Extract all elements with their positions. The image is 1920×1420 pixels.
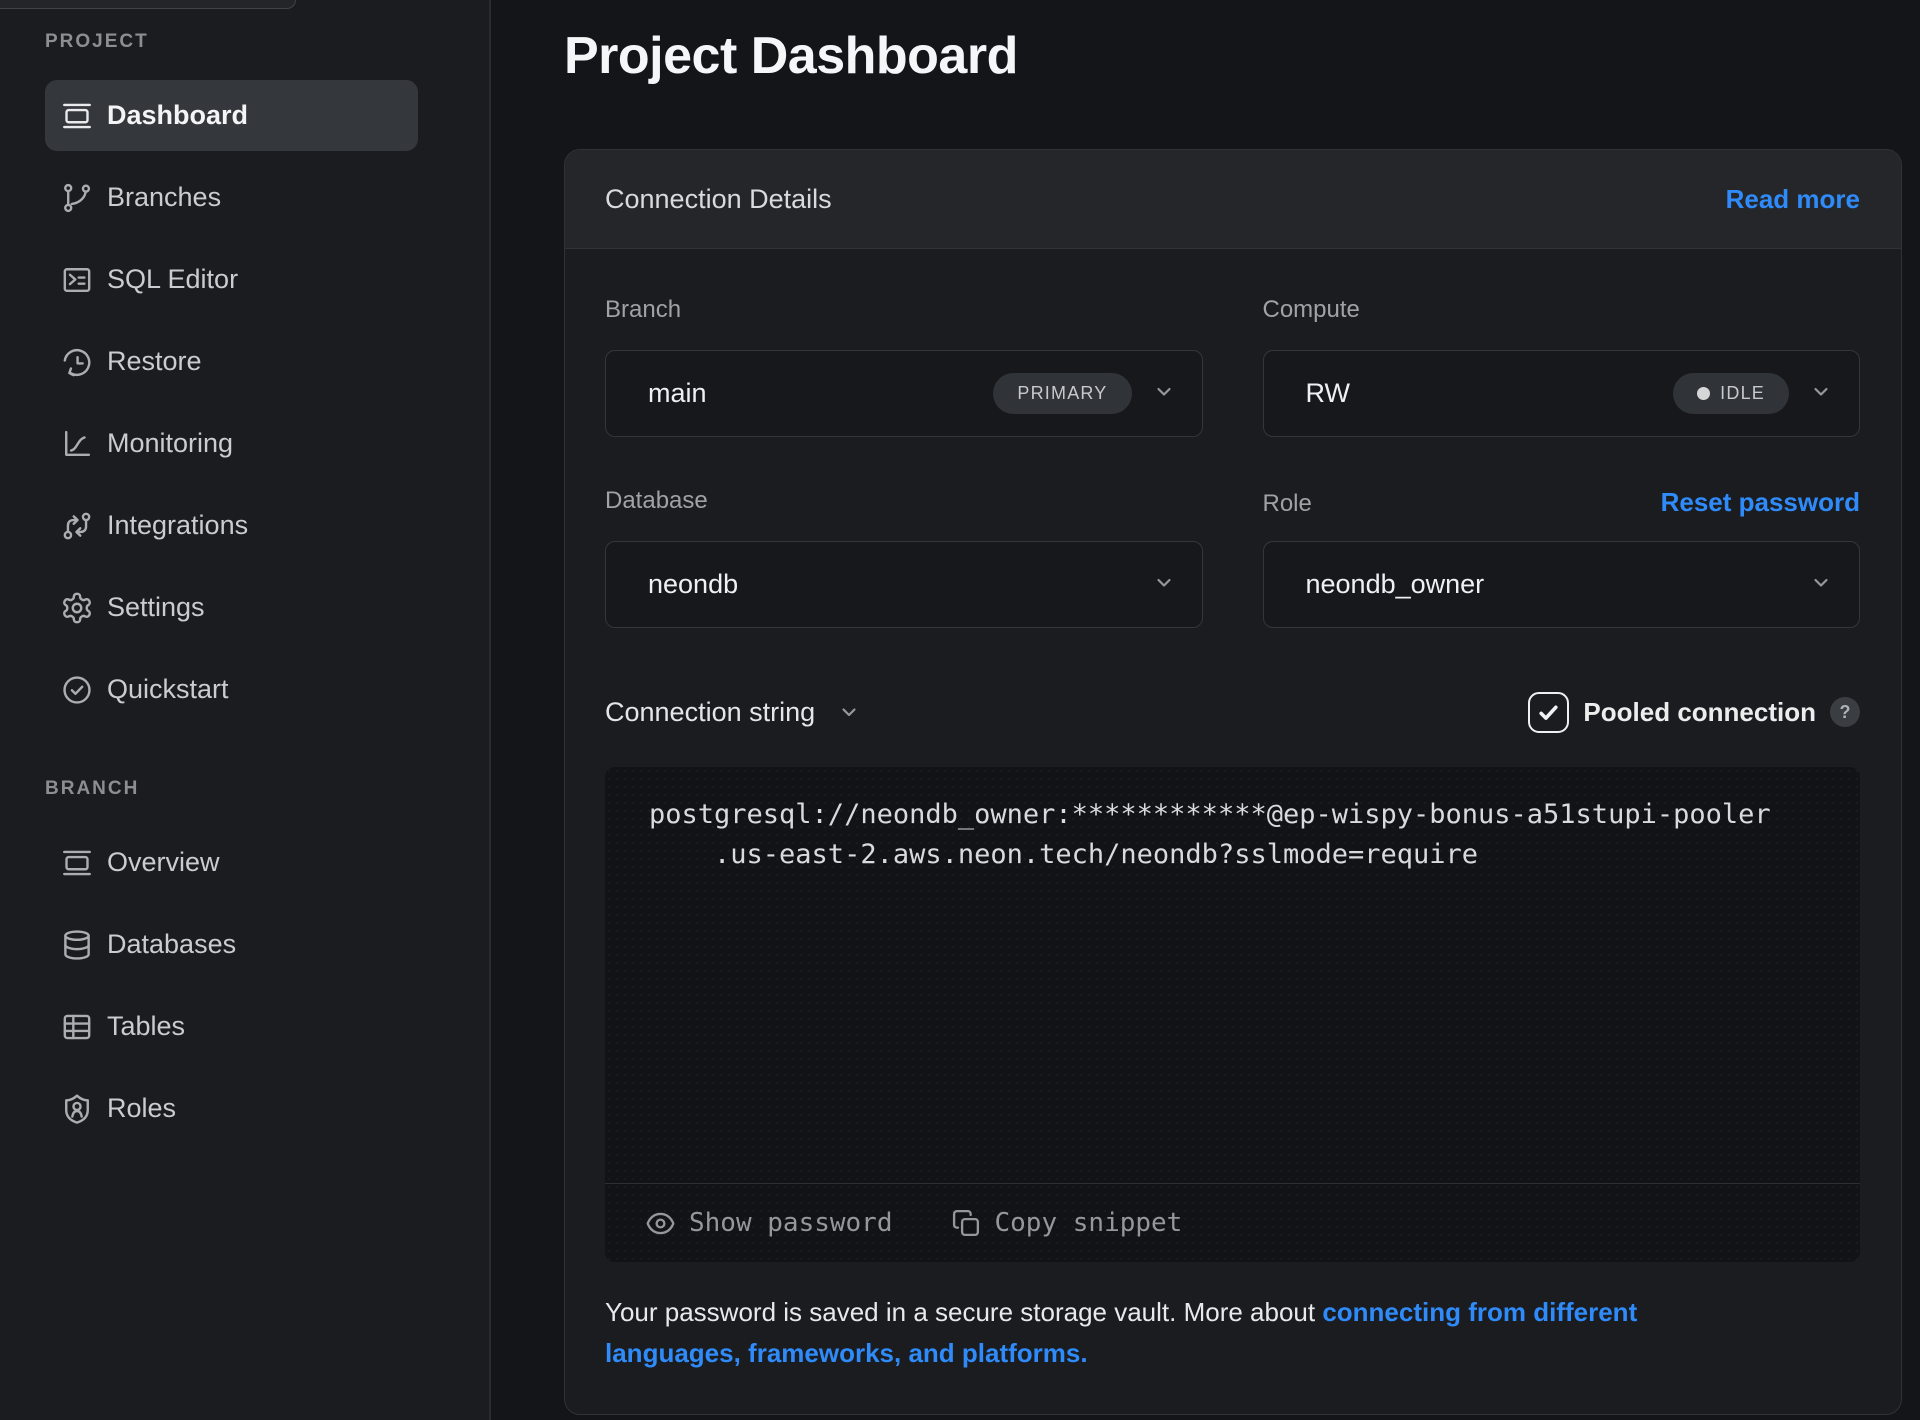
sidebar-item-dashboard[interactable]: Dashboard [45,80,418,151]
idle-status-badge: IDLE [1673,373,1789,414]
database-select[interactable]: neondb [605,541,1203,628]
branch-value: main [648,378,707,409]
quickstart-icon [59,672,95,708]
sidebar-item-branches[interactable]: Branches [45,162,418,233]
role-label: Role [1263,490,1312,518]
database-field: Database neondb [605,487,1203,628]
sidebar: PROJECT Dashboard Branches SQL Editor Restor… [0,0,491,1420]
sidebar-item-sql-editor[interactable]: SQL Editor [45,244,418,315]
role-select[interactable]: neondb_owner [1263,541,1861,628]
sidebar-top-partial-element[interactable] [0,0,296,9]
sidebar-section-heading-project: PROJECT [45,30,149,54]
card-title: Connection Details [605,184,832,215]
sidebar-item-label: Branches [107,182,221,213]
selectors-row-1: Branch main PRIMARY [605,296,1860,437]
status-dot-icon [1697,387,1710,400]
read-more-link[interactable]: Read more [1726,184,1860,215]
tables-icon [59,1009,95,1045]
branch-field: Branch main PRIMARY [605,296,1203,437]
sidebar-item-label: Databases [107,929,236,960]
sidebar-item-label: Dashboard [107,100,248,131]
pooled-connection-group: Pooled connection ? [1528,692,1860,733]
show-password-button[interactable]: Show password [645,1208,893,1239]
sidebar-item-overview[interactable]: Overview [45,827,418,898]
page-title: Project Dashboard [564,26,1902,86]
database-label: Database [605,487,708,515]
connection-string-box: postgresql://neondb_owner:************@e… [605,767,1860,1262]
chevron-down-icon [837,700,861,724]
connection-string-value-area[interactable]: postgresql://neondb_owner:************@e… [605,767,1860,1183]
sidebar-item-roles[interactable]: Roles [45,1073,418,1144]
sidebar-item-label: SQL Editor [107,264,238,295]
branch-select[interactable]: main PRIMARY [605,350,1203,437]
sidebar-item-settings[interactable]: Settings [45,572,418,643]
sidebar-item-databases[interactable]: Databases [45,909,418,980]
sidebar-item-label: Monitoring [107,428,233,459]
sidebar-item-label: Integrations [107,510,248,541]
chevron-down-icon [1809,570,1833,599]
copy-snippet-button[interactable]: Copy snippet [951,1208,1183,1239]
database-value: neondb [648,569,738,600]
settings-icon [59,590,95,626]
connection-string-toolbar: Show password Copy snippet [605,1183,1860,1262]
compute-select[interactable]: RW IDLE [1263,350,1861,437]
selectors-row-2: Database neondb Role Reset password [605,487,1860,628]
databases-icon [59,927,95,963]
chevron-down-icon [1809,379,1833,408]
sidebar-item-label: Restore [107,346,202,377]
connection-string-dropdown[interactable]: Connection string [605,697,861,728]
chevron-down-icon [1152,570,1176,599]
sidebar-item-label: Overview [107,847,220,878]
dashboard-icon [59,98,95,134]
role-field: Role Reset password neondb_owner [1263,487,1861,628]
sidebar-item-label: Tables [107,1011,185,1042]
sidebar-section-heading-branch: BRANCH [45,777,139,801]
connection-details-card: Connection Details Read more Branch main… [564,149,1902,1415]
connection-string-row: Connection string Pooled connection ? [605,690,1860,734]
eye-icon [645,1208,676,1239]
sidebar-item-label: Roles [107,1093,176,1124]
reset-password-link[interactable]: Reset password [1661,487,1860,518]
sidebar-item-quickstart[interactable]: Quickstart [45,654,418,725]
compute-field: Compute RW IDLE [1263,296,1861,437]
sidebar-item-tables[interactable]: Tables [45,991,418,1062]
pooled-connection-checkbox[interactable] [1528,692,1569,733]
roles-icon [59,1091,95,1127]
help-icon[interactable]: ? [1830,697,1860,727]
app-window: PROJECT Dashboard Branches SQL Editor Restor… [0,0,1920,1420]
chevron-down-icon [1152,379,1176,408]
restore-icon [59,344,95,380]
primary-badge: PRIMARY [993,373,1131,414]
compute-value: RW [1306,378,1351,409]
connection-string-value: postgresql://neondb_owner:************@e… [649,795,1820,875]
main-content: Project Dashboard Connection Details Rea… [491,0,1920,1420]
sidebar-item-label: Quickstart [107,674,229,705]
monitoring-icon [59,426,95,462]
sql-editor-icon [59,262,95,298]
password-note: Your password is saved in a secure stora… [605,1292,1775,1374]
role-value: neondb_owner [1306,569,1485,600]
checkmark-icon [1535,699,1562,726]
sidebar-item-integrations[interactable]: Integrations [45,490,418,561]
integrations-icon [59,508,95,544]
branches-icon [59,180,95,216]
branch-label: Branch [605,296,681,324]
sidebar-item-monitoring[interactable]: Monitoring [45,408,418,479]
sidebar-item-label: Settings [107,592,205,623]
overview-icon [59,845,95,881]
pooled-connection-label: Pooled connection [1583,697,1816,728]
connection-string-label: Connection string [605,697,815,728]
compute-label: Compute [1263,296,1360,324]
card-header: Connection Details Read more [565,150,1901,249]
sidebar-item-restore[interactable]: Restore [45,326,418,397]
copy-icon [951,1208,982,1239]
card-body: Branch main PRIMARY [565,249,1901,1414]
